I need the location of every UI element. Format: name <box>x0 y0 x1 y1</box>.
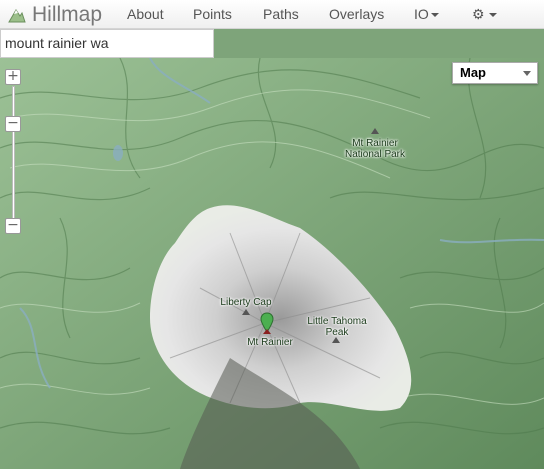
park-icon <box>371 128 379 134</box>
map-type-select[interactable]: Map <box>452 62 538 84</box>
map-type-label: Map <box>460 65 486 80</box>
label-mt-rainier-national-park: Mt Rainier National Park <box>330 138 420 160</box>
label-line: Little Tahoma <box>307 316 367 327</box>
nav-paths[interactable]: Paths <box>263 0 299 29</box>
nav-io-label: IO <box>414 6 429 22</box>
brand[interactable]: Hillmap <box>8 2 102 27</box>
zoom-in-button[interactable]: + <box>5 69 21 85</box>
label-liberty-cap: Liberty Cap <box>220 297 272 308</box>
search-input[interactable]: mount rainier wa <box>0 29 214 58</box>
gear-icon: ⚙ <box>472 6 485 22</box>
label-line: National Park <box>344 149 406 160</box>
label-line: Mt Rainier <box>352 138 398 149</box>
settings-dropdown[interactable]: ⚙ <box>472 0 497 29</box>
label-mt-rainier: Mt Rainier <box>247 337 293 348</box>
zoom-out-button[interactable]: − <box>5 218 21 234</box>
label-little-tahoma-peak: Little Tahoma Peak <box>302 316 372 338</box>
nav-points[interactable]: Points <box>193 0 232 29</box>
zoom-slider-handle[interactable]: − <box>5 116 21 132</box>
zoom-slider[interactable] <box>12 86 15 223</box>
mountain-logo-icon <box>8 8 26 22</box>
chevron-down-icon <box>523 71 531 76</box>
map-canvas[interactable]: Mt Rainier National Park Liberty Cap Lit… <box>0 58 544 469</box>
brand-name: Hillmap <box>32 2 103 26</box>
nav-about[interactable]: About <box>127 0 164 29</box>
nav-io-dropdown[interactable]: IO <box>414 0 439 29</box>
location-marker-icon[interactable] <box>259 312 275 334</box>
navbar: Hillmap About Points Paths Overlays IO ⚙ <box>0 0 544 29</box>
terrain-map <box>0 58 544 469</box>
nav-overlays[interactable]: Overlays <box>329 0 384 29</box>
peak-icon <box>242 309 250 315</box>
peak-icon <box>332 337 340 343</box>
caret-down-icon <box>488 13 497 18</box>
caret-down-icon <box>430 13 439 18</box>
